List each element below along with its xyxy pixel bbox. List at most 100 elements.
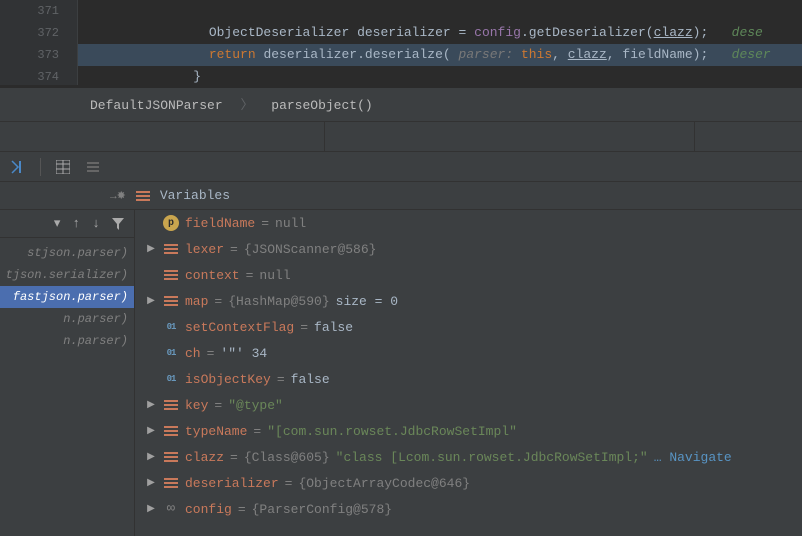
variable-name: config (185, 502, 232, 517)
variable-suffix: size = 0 (336, 294, 398, 309)
variable-value: "[com.sun.rowset.JdbcRowSetImpl" (267, 424, 517, 439)
equals-sign: = (300, 320, 308, 335)
variable-name: isObjectKey (185, 372, 271, 387)
variable-name: typeName (185, 424, 247, 439)
variable-value: {ParserConfig@578} (252, 502, 392, 517)
equals-sign: = (230, 242, 238, 257)
line-number: 374 (0, 66, 77, 88)
expand-arrow-icon[interactable]: ▶ (145, 451, 157, 463)
breadcrumb-class[interactable]: DefaultJSONParser (90, 98, 223, 113)
variable-name: context (185, 268, 240, 283)
equals-sign: = (261, 216, 269, 231)
variable-value: null (259, 268, 290, 283)
expand-arrow-icon[interactable]: ▶ (145, 425, 157, 437)
variables-icon (136, 189, 150, 203)
code-content[interactable]: ObjectDeserializer deserializer = config… (78, 0, 802, 88)
set-value-icon[interactable] (10, 159, 26, 175)
field-icon (163, 475, 179, 491)
field-icon (163, 241, 179, 257)
table-view-icon[interactable] (55, 159, 71, 175)
frames-panel[interactable]: ▾ ↑ ↓ stjson.parser) tjson.serializer) f… (0, 210, 135, 536)
variable-row[interactable]: ▶typeName = "[com.sun.rowset.JdbcRowSetI… (135, 418, 802, 444)
equals-sign: = (238, 502, 246, 517)
variable-name: fieldName (185, 216, 255, 231)
variable-row[interactable]: ▶ key = "@type" (135, 392, 802, 418)
variables-panel[interactable]: p fieldName = null ▶lexer = {JSONScanner@5… (135, 210, 802, 536)
variable-row[interactable]: ▶ ∞ config = {ParserConfig@578} (135, 496, 802, 522)
param-icon: p (163, 215, 179, 231)
variable-name: ch (185, 346, 201, 361)
equals-sign: = (230, 450, 238, 465)
dropdown-icon[interactable]: ▾ (54, 216, 61, 231)
frames-toolbar: ▾ ↑ ↓ (0, 210, 134, 238)
frame-item[interactable]: n.parser) (0, 308, 134, 330)
breadcrumb-separator: 〉 (240, 98, 253, 113)
line-number: 371 (0, 0, 77, 22)
line-number: 372 (0, 22, 77, 44)
expand-arrow-icon[interactable]: ▶ (145, 477, 157, 489)
step-down-icon[interactable]: ↓ (92, 216, 100, 231)
filter-icon[interactable] (112, 218, 124, 230)
variable-name: key (185, 398, 208, 413)
variable-row[interactable]: ▶clazz = {Class@605} "class [Lcom.sun.ro… (135, 444, 802, 470)
primitive-icon: 01 (163, 371, 179, 387)
variable-name: clazz (185, 450, 224, 465)
variable-value: {ObjectArrayCodec@646} (298, 476, 470, 491)
expand-arrow-icon[interactable]: ▶ (145, 399, 157, 411)
variable-value: {JSONScanner@586} (244, 242, 377, 257)
field-icon (163, 423, 179, 439)
variables-label: Variables (160, 188, 230, 203)
variable-name: map (185, 294, 208, 309)
tab-segment[interactable] (325, 122, 695, 151)
navigate-link[interactable]: … Navigate (654, 450, 732, 465)
frame-item[interactable]: n.parser) (0, 330, 134, 352)
code-line-371[interactable] (78, 0, 802, 22)
frame-item[interactable]: stjson.parser) (0, 242, 134, 264)
gutter: 371 372 373 374 (0, 0, 78, 85)
variable-value: null (275, 216, 306, 231)
variable-value: {Class@605} (244, 450, 330, 465)
variable-value: false (314, 320, 353, 335)
breadcrumb[interactable]: DefaultJSONParser 〉 parseObject() (0, 88, 802, 122)
restore-layout-icon[interactable]: →✸ (110, 189, 126, 203)
equals-sign: = (214, 294, 222, 309)
variables-header: →✸ Variables (0, 182, 802, 210)
variable-row[interactable]: context = null (135, 262, 802, 288)
breadcrumb-method[interactable]: parseObject() (271, 98, 372, 113)
code-line-372[interactable]: ObjectDeserializer deserializer = config… (78, 22, 802, 44)
infinity-icon: ∞ (163, 501, 179, 517)
expand-arrow-icon[interactable]: ▶ (145, 503, 157, 515)
field-icon (163, 449, 179, 465)
debug-tab-strip (0, 122, 802, 152)
variable-row[interactable]: ▶map = {HashMap@590} size = 0 (135, 288, 802, 314)
equals-sign: = (277, 372, 285, 387)
variable-row[interactable]: 01 isObjectKey = false (135, 366, 802, 392)
expand-arrow-icon[interactable]: ▶ (145, 295, 157, 307)
equals-sign: = (246, 268, 254, 283)
frame-item[interactable]: tjson.serializer) (0, 264, 134, 286)
equals-sign: = (214, 398, 222, 413)
code-line-374[interactable]: } (78, 66, 802, 88)
code-editor[interactable]: 371 372 373 374 ObjectDeserializer deser… (0, 0, 802, 88)
line-number: 373 (0, 44, 77, 66)
variable-row[interactable]: p fieldName = null (135, 210, 802, 236)
field-icon (163, 397, 179, 413)
frames-list[interactable]: stjson.parser) tjson.serializer) fastjso… (0, 238, 134, 352)
code-line-373-current[interactable]: return deserializer.deserialze( parser: … (78, 44, 802, 66)
tab-segment[interactable] (0, 122, 325, 151)
primitive-icon: 01 (163, 319, 179, 335)
variable-row[interactable]: ▶lexer = {JSONScanner@586} (135, 236, 802, 262)
variable-value: "@type" (228, 398, 283, 413)
variable-row[interactable]: ▶deserializer = {ObjectArrayCodec@646} (135, 470, 802, 496)
expand-arrow-icon[interactable]: ▶ (145, 243, 157, 255)
variable-row[interactable]: 01ch = '"' 34 (135, 340, 802, 366)
settings-icon[interactable] (85, 159, 101, 175)
step-up-icon[interactable]: ↑ (72, 216, 80, 231)
frame-item-selected[interactable]: fastjson.parser) (0, 286, 134, 308)
toolbar-divider (40, 158, 41, 176)
variable-row[interactable]: 01setContextFlag = false (135, 314, 802, 340)
field-icon (163, 293, 179, 309)
debug-toolbar (0, 152, 802, 182)
variable-value: false (291, 372, 330, 387)
field-icon (163, 267, 179, 283)
